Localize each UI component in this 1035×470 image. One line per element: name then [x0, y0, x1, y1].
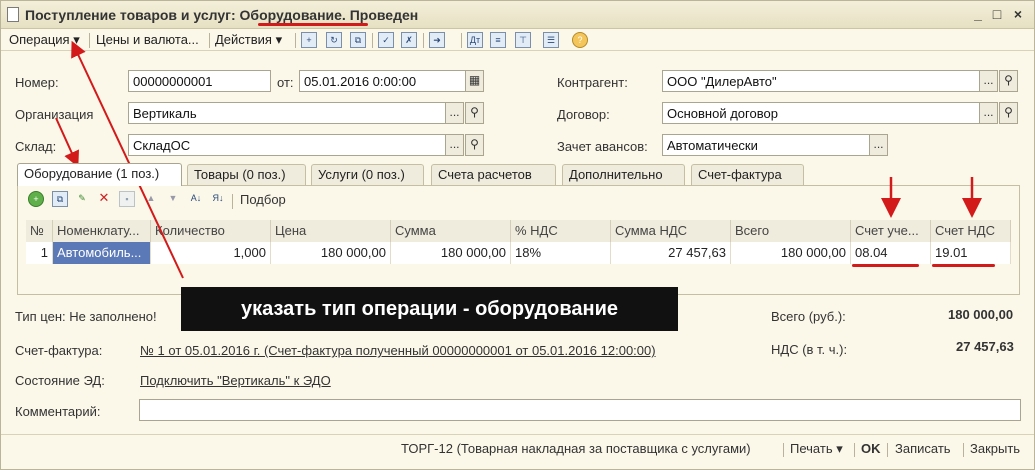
- annotation-arrows: [55, 40, 982, 279]
- tab-equipment[interactable]: Оборудование (1 поз.): [17, 163, 182, 186]
- arrow-to-equipment-tab: [55, 117, 79, 168]
- annotation-banner: указать тип операции - оборудование: [181, 287, 678, 331]
